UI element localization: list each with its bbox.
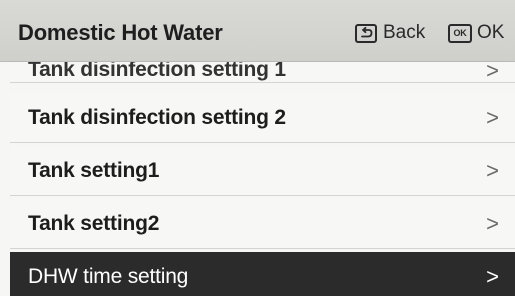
back-icon	[355, 23, 377, 43]
menu-item-label: DHW time setting	[28, 265, 189, 288]
menu-item-label: Tank disinfection setting 2	[28, 106, 286, 129]
menu-item-tank-setting1[interactable]: Tank setting1 >	[10, 146, 515, 196]
dhw-menu-screen: Tank disinfection setting 1 > Tank disin…	[0, 0, 515, 296]
page-title: Domestic Hot Water	[18, 20, 223, 45]
menu-item-dhw-time-setting[interactable]: DHW time setting >	[10, 252, 515, 296]
chevron-right-icon: >	[486, 211, 499, 236]
chevron-right-icon: >	[486, 158, 499, 183]
menu-item-label: Tank setting2	[28, 212, 160, 235]
back-label: Back	[383, 22, 426, 43]
ok-icon: OK	[448, 23, 472, 43]
menu-item-tank-setting2[interactable]: Tank setting2 >	[10, 199, 515, 249]
ok-label: OK	[477, 22, 505, 43]
header-bar: Domestic Hot Water Back OK OK	[0, 0, 515, 62]
chevron-right-icon: >	[486, 264, 499, 289]
menu-item-label: Tank setting1	[28, 159, 160, 182]
menu-item-tank-disinfection-setting-2[interactable]: Tank disinfection setting 2 >	[10, 93, 515, 143]
back-button[interactable]: Back	[355, 22, 425, 44]
ok-button[interactable]: OK OK	[448, 22, 504, 44]
chevron-right-icon: >	[486, 105, 499, 130]
